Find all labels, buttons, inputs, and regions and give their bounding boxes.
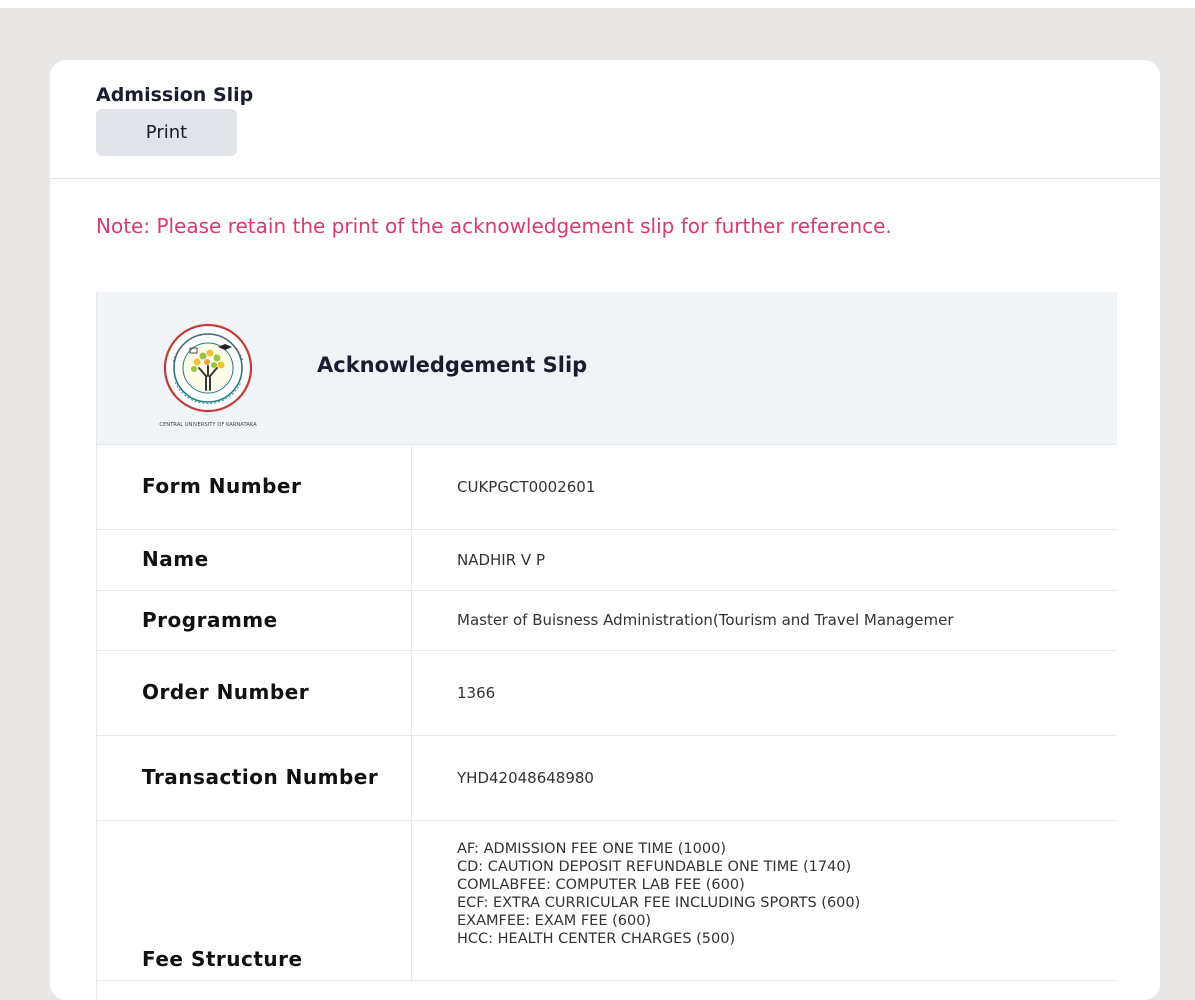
fee-structure-list: AF: ADMISSION FEE ONE TIME (1000) CD: CA… xyxy=(411,820,1117,981)
row-label: Programme xyxy=(97,590,412,651)
fee-item: ECF: EXTRA CURRICULAR FEE INCLUDING SPOR… xyxy=(457,894,861,911)
card-title: Admission Slip xyxy=(96,84,254,106)
card-header: Admission Slip Print xyxy=(50,60,1160,179)
row-label: Form Number xyxy=(97,445,412,530)
slip-details-table: Form Number CUKPGCT0002601 Name NADHIR V… xyxy=(97,445,1117,981)
row-value: CUKPGCT0002601 xyxy=(411,445,1117,530)
row-label: Name xyxy=(97,529,412,591)
table-row: Transaction Number YHD42048648980 xyxy=(97,735,1117,821)
svg-text:CENTRAL UNIVERSITY OF KARNATAK: CENTRAL UNIVERSITY OF KARNATAKA xyxy=(159,422,257,428)
table-row: Form Number CUKPGCT0002601 xyxy=(97,445,1117,530)
slip-title: Acknowledgement Slip xyxy=(317,353,588,377)
row-label: Transaction Number xyxy=(97,735,412,821)
admission-slip-card: Admission Slip Print Note: Please retain… xyxy=(50,60,1160,1000)
table-row: Programme Master of Buisness Administrat… xyxy=(97,590,1117,651)
row-value: Master of Buisness Administration(Touris… xyxy=(411,590,1117,651)
acknowledgement-slip: CENTRAL UNIVERSITY OF KARNATAKA Acknowle… xyxy=(96,292,1117,1000)
row-value: NADHIR V P xyxy=(411,529,1117,591)
table-row: Fee Structure AF: ADMISSION FEE ONE TIME… xyxy=(97,820,1117,981)
row-value: 1366 xyxy=(411,650,1117,736)
fee-item: AF: ADMISSION FEE ONE TIME (1000) xyxy=(457,840,726,857)
table-row: Order Number 1366 xyxy=(97,650,1117,736)
row-label: Fee Structure xyxy=(97,820,412,981)
top-bar xyxy=(0,0,1195,8)
university-seal-logo: CENTRAL UNIVERSITY OF KARNATAKA xyxy=(159,323,257,428)
print-button[interactable]: Print xyxy=(96,109,237,156)
fee-item: CD: CAUTION DEPOSIT REFUNDABLE ONE TIME … xyxy=(457,858,852,875)
slip-header: CENTRAL UNIVERSITY OF KARNATAKA Acknowle… xyxy=(97,292,1117,445)
row-value: YHD42048648980 xyxy=(411,735,1117,821)
fee-item: HCC: HEALTH CENTER CHARGES (500) xyxy=(457,930,736,947)
table-row: Name NADHIR V P xyxy=(97,529,1117,591)
retain-print-note: Note: Please retain the print of the ack… xyxy=(96,214,892,238)
fee-item: EXAMFEE: EXAM FEE (600) xyxy=(457,912,652,929)
fee-item: COMLABFEE: COMPUTER LAB FEE (600) xyxy=(457,876,745,893)
row-label: Order Number xyxy=(97,650,412,736)
